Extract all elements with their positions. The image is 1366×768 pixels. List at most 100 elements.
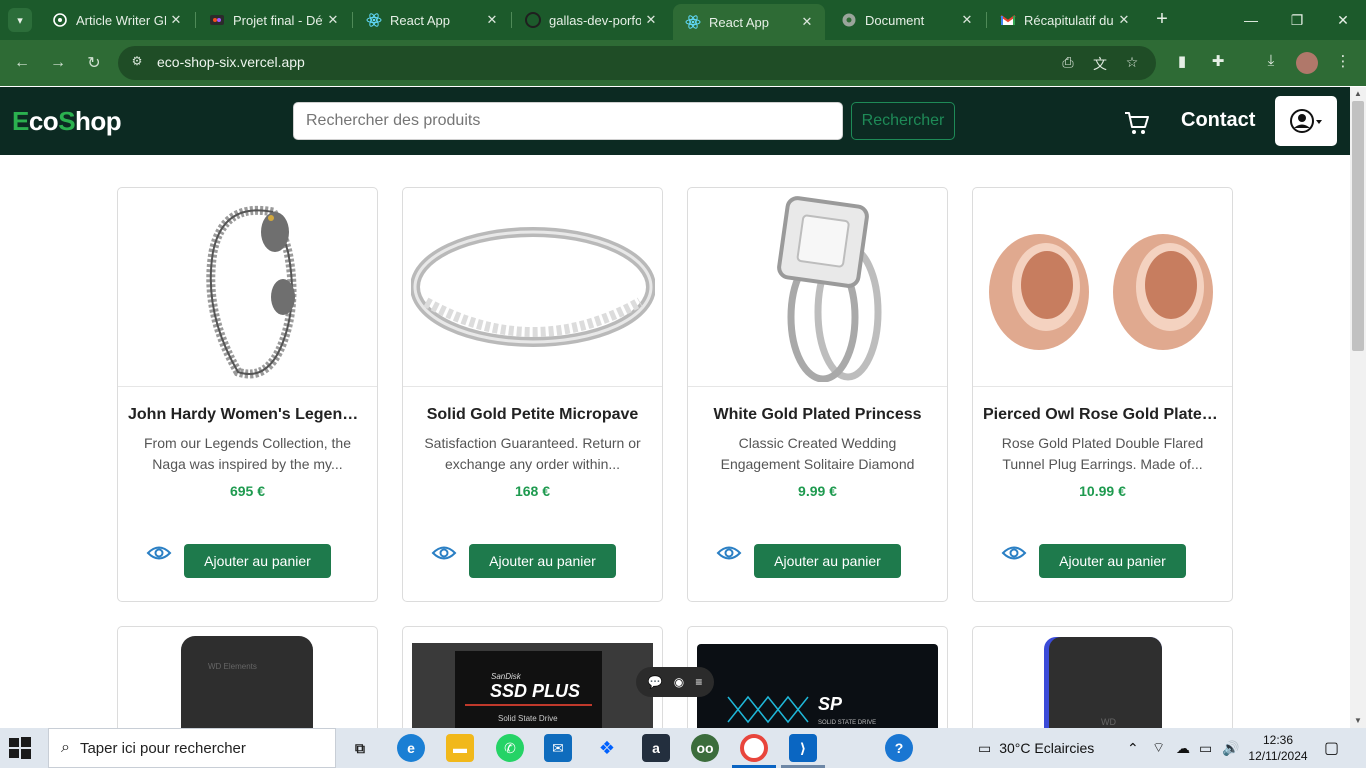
close-icon[interactable]: ✕ [1114, 12, 1134, 28]
edge-icon[interactable]: e [397, 734, 425, 762]
onedrive-icon[interactable]: ☁ [1176, 728, 1190, 768]
tab-gallas-portfolio[interactable]: gallas-dev-porfolio ✕ [513, 4, 669, 36]
download-icon[interactable]: ⤓ [1260, 52, 1282, 74]
product-name[interactable]: Solid Gold Petite Micropave [413, 406, 652, 424]
windows-start-icon[interactable] [8, 736, 32, 760]
weather-icon: ▭ [978, 739, 992, 756]
tab-document[interactable]: Document ✕ [829, 4, 985, 36]
address-bar[interactable]: ⚙ eco-shop-six.vercel.app ⎙ 文 ☆ [118, 46, 1156, 80]
menu-kebab-icon[interactable]: ⋮ [1332, 52, 1354, 74]
chrome-icon[interactable] [740, 734, 768, 762]
back-button[interactable]: ← [9, 50, 35, 76]
tab-search-button[interactable]: ▾ [8, 8, 32, 32]
product-image-wd-drive[interactable]: WD Elements [118, 627, 377, 728]
product-image-princess-ring[interactable] [688, 188, 947, 387]
tab-separator [352, 12, 353, 28]
svg-text:SanDisk: SanDisk [491, 672, 522, 681]
tab-react-app-active[interactable]: React App ✕ [673, 4, 825, 40]
scroll-down-arrow[interactable]: ▼ [1350, 714, 1366, 728]
close-icon[interactable]: ✕ [482, 12, 502, 28]
close-icon[interactable]: ✕ [957, 12, 977, 28]
product-image-bracelet[interactable] [118, 188, 377, 387]
extension-docs-icon[interactable]: ▮ [1171, 52, 1193, 74]
reload-button[interactable]: ↻ [81, 50, 107, 76]
scrollbar-thumb[interactable] [1352, 101, 1364, 351]
minimize-button[interactable]: — [1228, 0, 1274, 40]
eye-icon[interactable] [716, 544, 742, 562]
tab-react-app-1[interactable]: React App ✕ [354, 4, 510, 36]
eye-icon[interactable] [1001, 544, 1027, 562]
tab-projet-final[interactable]: Projet final - Dév ✕ [197, 4, 351, 36]
close-icon[interactable]: ✕ [797, 14, 817, 30]
tab-article-writer[interactable]: Article Writer GPT ✕ [40, 4, 194, 36]
task-view-icon[interactable]: ⧉ [346, 734, 374, 762]
extensions-puzzle-icon[interactable]: ✚ [1207, 52, 1229, 74]
tab-separator [511, 12, 512, 28]
product-image-sp-ssd[interactable]: SP SOLID STATE DRIVE [688, 627, 947, 728]
tripadvisor-icon[interactable]: oo [691, 734, 719, 762]
translate-icon[interactable]: 文 [1090, 54, 1110, 74]
bookmark-star-icon[interactable]: ☆ [1122, 54, 1142, 74]
help-icon[interactable]: ? [885, 734, 913, 762]
tray-overflow-chevron-icon[interactable]: ⌃ [1127, 728, 1139, 768]
product-description: Satisfaction Guaranteed. Return or excha… [424, 435, 641, 472]
vscode-icon[interactable]: ⟩ [789, 734, 817, 762]
site-logo[interactable]: EcoShop [12, 106, 122, 137]
product-price: 168 € [514, 483, 551, 499]
close-icon[interactable]: ✕ [641, 12, 661, 28]
add-to-cart-button[interactable]: Ajouter au panier [754, 544, 901, 578]
install-app-icon[interactable]: ⎙ [1058, 54, 1078, 74]
product-image-sandisk-ssd[interactable]: SanDisk SSD PLUS Solid State Drive [403, 627, 662, 728]
battery-icon[interactable]: ▭ [1199, 728, 1212, 768]
volume-icon[interactable]: 🔊 [1222, 728, 1239, 768]
file-explorer-icon[interactable]: ▬ [446, 734, 474, 762]
eye-icon[interactable] [146, 544, 172, 562]
scroll-up-arrow[interactable]: ▲ [1350, 87, 1366, 101]
close-icon[interactable]: ✕ [166, 12, 186, 28]
product-name[interactable]: Pierced Owl Rose Gold Plated Stainless S… [983, 406, 1222, 424]
amazon-icon[interactable]: a [642, 734, 670, 762]
svg-text:SOLID STATE DRIVE: SOLID STATE DRIVE [818, 720, 876, 726]
product-name[interactable]: White Gold Plated Princess [698, 406, 937, 424]
dropbox-icon[interactable]: ❖ [593, 734, 621, 762]
product-card: Solid Gold Petite Micropave Satisfaction… [402, 187, 663, 602]
site-info-icon[interactable]: ⚙ [128, 54, 146, 72]
cart-icon[interactable] [1123, 109, 1151, 137]
react-icon [366, 12, 382, 28]
product-image-ring[interactable] [403, 188, 662, 387]
add-to-cart-button[interactable]: Ajouter au panier [184, 544, 331, 578]
taskbar-search-box[interactable]: ⌕ Taper ici pour rechercher [48, 728, 336, 768]
add-to-cart-button[interactable]: Ajouter au panier [469, 544, 616, 578]
list-icon[interactable]: ≡ [695, 675, 702, 689]
mail-icon[interactable]: ✉ [544, 734, 572, 762]
user-menu-button[interactable] [1275, 96, 1337, 146]
comment-icon[interactable]: 💬 [648, 675, 663, 689]
search-button[interactable]: Rechercher [851, 102, 955, 140]
network-icon[interactable]: ⌔ [1152, 728, 1165, 768]
product-card-partial: SanDisk SSD PLUS Solid State Drive [402, 626, 663, 728]
add-to-cart-button[interactable]: Ajouter au panier [1039, 544, 1186, 578]
whatsapp-icon[interactable]: ✆ [496, 734, 524, 762]
close-icon[interactable]: ✕ [323, 12, 343, 28]
url-text[interactable]: eco-shop-six.vercel.app [157, 54, 305, 70]
new-tab-button[interactable]: + [1150, 8, 1174, 32]
product-image-tunnel-plugs[interactable] [973, 188, 1232, 387]
product-name[interactable]: John Hardy Women's Legends Naga Gold & S… [128, 406, 367, 424]
tab-recapitulatif[interactable]: Récapitulatif du ✕ [988, 4, 1142, 36]
globe-icon [841, 12, 857, 28]
screenshot-icon[interactable]: ◉ [674, 675, 684, 689]
product-search-input[interactable] [293, 102, 843, 140]
maximize-button[interactable]: ❐ [1274, 0, 1320, 40]
close-window-button[interactable]: ✕ [1320, 0, 1366, 40]
eye-icon[interactable] [431, 544, 457, 562]
forward-button[interactable]: → [45, 50, 71, 76]
page-scrollbar[interactable]: ▲ ▼ [1350, 87, 1366, 728]
floating-quick-toolbar: 💬 ◉ ≡ [636, 667, 714, 697]
taskbar-clock[interactable]: 12:36 12/11/2024 [1248, 732, 1308, 764]
weather-widget[interactable]: ▭ 30°C Eclaircies [978, 728, 1094, 768]
contact-link[interactable]: Contact [1181, 109, 1255, 132]
notification-icon[interactable]: ▢ [1324, 728, 1339, 768]
product-image-wd-portable[interactable]: WD [973, 627, 1232, 728]
gmail-icon [1000, 12, 1016, 28]
profile-avatar[interactable] [1296, 52, 1318, 74]
